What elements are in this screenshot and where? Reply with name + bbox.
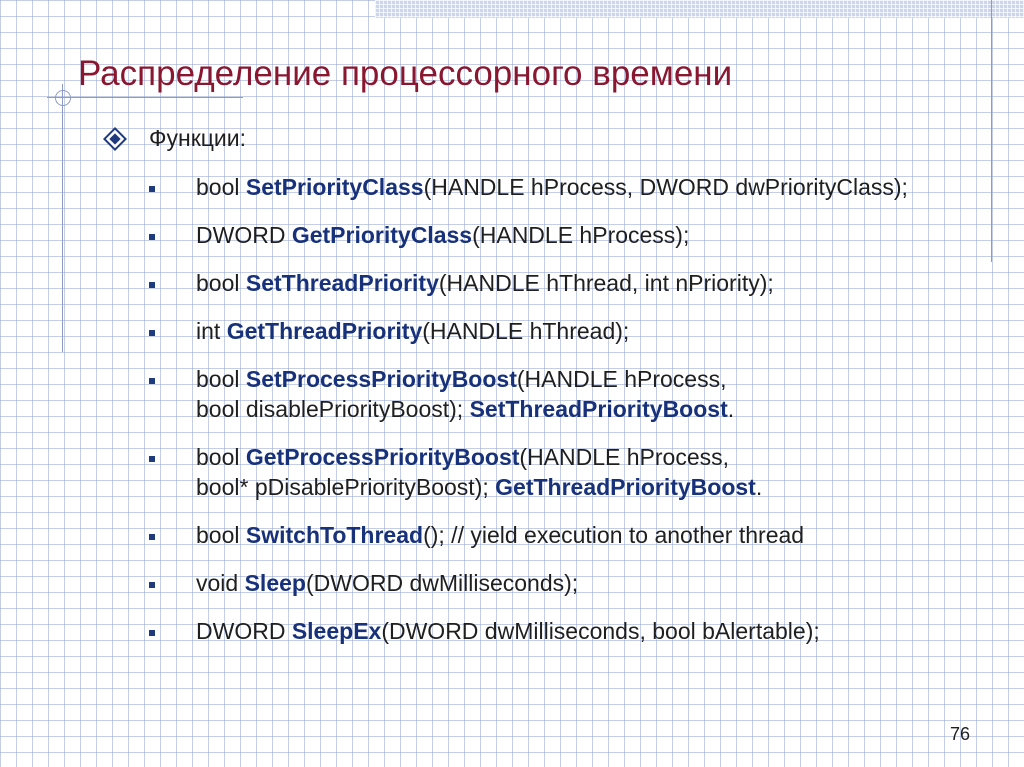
list-item: bool GetProcessPriorityBoost(HANDLE hPro… <box>145 442 1005 502</box>
list-item: int GetThreadPriority(HANDLE hThread); <box>145 316 1005 346</box>
list-item: DWORD SleepEx(DWORD dwMilliseconds, bool… <box>145 616 1005 646</box>
function-name: GetThreadPriority <box>226 318 423 344</box>
function-name: Sleep <box>244 570 306 596</box>
item-line: bool SetThreadPriority(HANDLE hThread, i… <box>196 268 1005 298</box>
item-line: bool* pDisablePriorityBoost); GetThreadP… <box>196 472 1005 502</box>
signature-prefix: int <box>196 318 227 344</box>
function-name: GetPriorityClass <box>291 222 473 248</box>
list-item: bool SwitchToThread(); // yield executio… <box>145 520 1005 550</box>
function-name: SleepEx <box>291 618 382 644</box>
title-underline <box>47 97 243 98</box>
decorative-circle-icon <box>55 90 71 106</box>
function-list: bool SetPriorityClass(HANDLE hProcess, D… <box>145 172 1005 664</box>
item-line: bool SetPriorityClass(HANDLE hProcess, D… <box>196 172 1005 202</box>
function-name: SetProcessPriorityBoost <box>245 366 517 392</box>
function-name: GetThreadPriorityBoost <box>495 474 756 500</box>
diamond-bullet-icon <box>102 126 128 151</box>
signature-prefix: void <box>196 570 245 596</box>
item-line: void Sleep(DWORD dwMilliseconds); <box>196 568 1005 598</box>
signature-prefix: bool <box>196 270 246 296</box>
signature-suffix: (HANDLE hProcess, DWORD dwPriorityClass)… <box>423 174 908 200</box>
item-line: bool SetProcessPriorityBoost(HANDLE hPro… <box>196 364 1005 394</box>
list-item: void Sleep(DWORD dwMilliseconds); <box>145 568 1005 598</box>
function-name: SetThreadPriorityBoost <box>469 396 728 422</box>
signature-suffix: (DWORD dwMilliseconds); <box>305 570 579 596</box>
item-line: DWORD GetPriorityClass(HANDLE hProcess); <box>196 220 1005 250</box>
square-bullet-icon <box>149 630 155 636</box>
list-item: bool SetThreadPriority(HANDLE hThread, i… <box>145 268 1005 298</box>
signature-suffix: (DWORD dwMilliseconds, bool bAlertable); <box>381 618 820 644</box>
section-header: Функции: <box>102 125 247 152</box>
square-bullet-icon <box>149 234 155 240</box>
item-line: DWORD SleepEx(DWORD dwMilliseconds, bool… <box>196 616 1005 646</box>
square-bullet-icon <box>149 582 155 588</box>
item-line: bool SwitchToThread(); // yield executio… <box>196 520 1005 550</box>
top-decorative-band <box>375 0 1024 18</box>
signature-prefix: DWORD <box>196 222 292 248</box>
section-label: Функции: <box>149 125 247 151</box>
signature-prefix: bool* pDisablePriorityBoost); <box>196 474 496 500</box>
function-name: SetThreadPriority <box>245 270 439 296</box>
item-line: bool GetProcessPriorityBoost(HANDLE hPro… <box>196 442 1005 472</box>
signature-suffix: (HANDLE hProcess, <box>516 366 727 392</box>
square-bullet-icon <box>149 378 155 384</box>
signature-suffix: (HANDLE hProcess, <box>519 444 730 470</box>
slide: Распределение процессорного времени Функ… <box>0 0 1024 767</box>
item-line: int GetThreadPriority(HANDLE hThread); <box>196 316 1005 346</box>
signature-suffix: . <box>755 474 763 500</box>
square-bullet-icon <box>149 534 155 540</box>
signature-prefix: bool <box>196 444 246 470</box>
signature-suffix: (HANDLE hThread, int nPriority); <box>438 270 774 296</box>
signature-suffix: (HANDLE hProcess); <box>472 222 690 248</box>
square-bullet-icon <box>149 282 155 288</box>
function-name: GetProcessPriorityBoost <box>245 444 520 470</box>
item-line: bool disablePriorityBoost); SetThreadPri… <box>196 394 1005 424</box>
signature-suffix: (HANDLE hThread); <box>422 318 630 344</box>
square-bullet-icon <box>149 186 155 192</box>
signature-suffix: . <box>727 396 735 422</box>
square-bullet-icon <box>149 456 155 462</box>
function-name: SetPriorityClass <box>245 174 424 200</box>
list-item: bool SetPriorityClass(HANDLE hProcess, D… <box>145 172 1005 202</box>
signature-prefix: bool <box>196 174 246 200</box>
slide-title: Распределение процессорного времени <box>78 54 733 93</box>
signature-prefix: bool disablePriorityBoost); <box>196 396 470 422</box>
left-decorative-line <box>62 84 63 352</box>
signature-prefix: DWORD <box>196 618 292 644</box>
signature-suffix: (); // yield execution to another thread <box>423 522 805 548</box>
square-bullet-icon <box>149 330 155 336</box>
signature-prefix: bool <box>196 366 246 392</box>
function-name: SwitchToThread <box>245 522 424 548</box>
list-item: DWORD GetPriorityClass(HANDLE hProcess); <box>145 220 1005 250</box>
page-number: 76 <box>950 724 971 744</box>
list-item: bool SetProcessPriorityBoost(HANDLE hPro… <box>145 364 1005 424</box>
signature-prefix: bool <box>196 522 246 548</box>
